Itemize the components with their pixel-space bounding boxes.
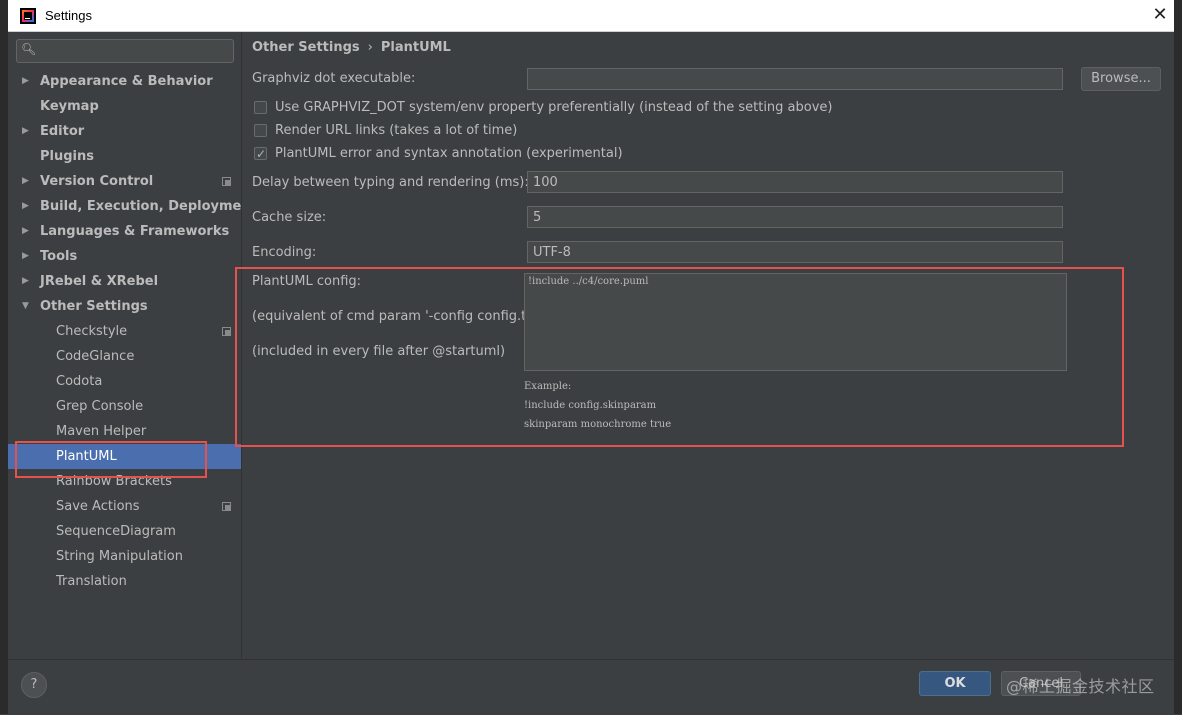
sidebar-item-label: Other Settings — [40, 299, 148, 314]
sidebar-item-label: Languages & Frameworks — [40, 224, 230, 239]
sidebar-item-label: Build, Execution, Deployment — [40, 199, 257, 214]
help-button[interactable]: ? — [21, 672, 47, 698]
sidebar-item-label: Version Control — [40, 174, 154, 189]
sidebar-item-label: String Manipulation — [56, 549, 183, 564]
sidebar-item-appearance-behavior[interactable]: ▶ Appearance & Behavior — [8, 69, 241, 94]
intellij-app-icon — [20, 8, 36, 24]
browse-button[interactable]: Browse... — [1081, 67, 1161, 91]
sidebar-item-label: Checkstyle — [56, 324, 128, 339]
sidebar-item-save-actions[interactable]: Save Actions — [8, 494, 241, 519]
sidebar-item-version-control[interactable]: ▶ Version Control — [8, 169, 241, 194]
graphviz-label: Graphviz dot executable: — [252, 71, 416, 86]
sidebar-item-label: SequenceDiagram — [56, 524, 176, 539]
delay-label: Delay between typing and rendering (ms): — [252, 175, 529, 190]
background-editor-strip — [0, 0, 8, 714]
graphviz-path-field[interactable] — [527, 68, 1063, 90]
sidebar-item-keymap[interactable]: Keymap — [8, 94, 241, 119]
sidebar-item-editor[interactable]: ▶ Editor — [8, 119, 241, 144]
title-bar: Settings ✕ — [8, 0, 1174, 32]
chevron-right-icon[interactable]: ▶ — [22, 269, 29, 294]
breadcrumb-current: PlantUML — [380, 40, 451, 55]
project-settings-icon — [222, 327, 231, 336]
cache-size-label: Cache size: — [252, 210, 327, 225]
sidebar-item-label: Plugins — [40, 149, 94, 164]
delay-field[interactable] — [527, 171, 1063, 193]
sidebar-item-label: Appearance & Behavior — [40, 74, 213, 89]
chevron-right-icon[interactable]: ▶ — [22, 194, 29, 219]
sidebar-item-languages-frameworks[interactable]: ▶ Languages & Frameworks — [8, 219, 241, 244]
sidebar-item-label: Save Actions — [56, 499, 140, 514]
sidebar-item-label: Grep Console — [56, 399, 144, 414]
encoding-field[interactable] — [527, 241, 1063, 263]
sidebar-item-checkstyle[interactable]: Checkstyle — [8, 319, 241, 344]
sidebar-item-other-settings[interactable]: ▼ Other Settings — [8, 294, 241, 319]
breadcrumb: Other Settings › PlantUML — [252, 40, 451, 55]
encoding-label: Encoding: — [252, 245, 317, 260]
sidebar-item-tools[interactable]: ▶ Tools — [8, 244, 241, 269]
search-icon: 🔍︎ — [21, 42, 37, 56]
sidebar-item-string-manipulation[interactable]: String Manipulation — [8, 544, 241, 569]
sidebar-item-label: Editor — [40, 124, 85, 139]
sidebar-item-codota[interactable]: Codota — [8, 369, 241, 394]
breadcrumb-separator: › — [367, 40, 373, 55]
sidebar-item-label: Keymap — [40, 99, 99, 114]
chevron-right-icon[interactable]: ▶ — [22, 219, 29, 244]
checkbox-box[interactable] — [254, 101, 267, 114]
sidebar-item-label: Codota — [56, 374, 103, 389]
sidebar-item-label: Translation — [56, 574, 127, 589]
close-icon[interactable]: ✕ — [1148, 3, 1172, 27]
chevron-right-icon[interactable]: ▶ — [22, 119, 29, 144]
project-settings-icon — [222, 177, 231, 186]
cache-size-field[interactable] — [527, 206, 1063, 228]
chevron-right-icon[interactable]: ▶ — [22, 69, 29, 94]
sidebar-item-grep-console[interactable]: Grep Console — [8, 394, 241, 419]
chevron-right-icon[interactable]: ▶ — [22, 244, 29, 269]
checkmark-icon: ✓ — [256, 147, 267, 161]
sidebar-item-build-execution-deployment[interactable]: ▶ Build, Execution, Deployment — [8, 194, 257, 219]
checkbox-label: Render URL links (takes a lot of time) — [275, 123, 518, 138]
ok-button[interactable]: OK — [919, 671, 991, 696]
sidebar-item-sequencediagram[interactable]: SequenceDiagram — [8, 519, 241, 544]
breadcrumb-parent[interactable]: Other Settings — [252, 40, 360, 55]
sidebar-item-label: Tools — [40, 249, 78, 264]
checkbox-box[interactable] — [254, 124, 267, 137]
chevron-right-icon[interactable]: ▶ — [22, 169, 29, 194]
checkbox-box-checked[interactable]: ✓ — [254, 147, 267, 161]
sidebar-item-codeglance[interactable]: CodeGlance — [8, 344, 241, 369]
sidebar-search[interactable]: 🔍︎ — [16, 39, 234, 63]
sidebar-item-label: CodeGlance — [56, 349, 135, 364]
chevron-down-icon[interactable]: ▼ — [22, 294, 29, 319]
sidebar-item-label: JRebel & XRebel — [40, 274, 159, 289]
sidebar-item-plugins[interactable]: Plugins — [8, 144, 241, 169]
annotation-highlight-plantuml — [15, 441, 207, 478]
watermark: @稀土掘金技术社区 — [1006, 677, 1155, 696]
project-settings-icon — [222, 502, 231, 511]
settings-sidebar: 🔍︎ ▶ Appearance & Behavior Keymap ▶ Editor Pl… — [8, 32, 257, 659]
checkbox-label: Use GRAPHVIZ_DOT system/env property pre… — [275, 100, 833, 115]
sidebar-item-jrebel-xrebel[interactable]: ▶ JRebel & XRebel — [8, 269, 241, 294]
search-input[interactable] — [39, 42, 229, 60]
sidebar-item-translation[interactable]: Translation — [8, 569, 241, 594]
checkbox-label: PlantUML error and syntax annotation (ex… — [275, 146, 623, 161]
background-editor-strip-right — [1174, 0, 1182, 714]
dialog-footer: ? OK Cancel @稀土掘金技术社区 — [8, 659, 1174, 715]
window-title: Settings — [45, 8, 92, 23]
annotation-highlight-config — [235, 267, 1124, 447]
